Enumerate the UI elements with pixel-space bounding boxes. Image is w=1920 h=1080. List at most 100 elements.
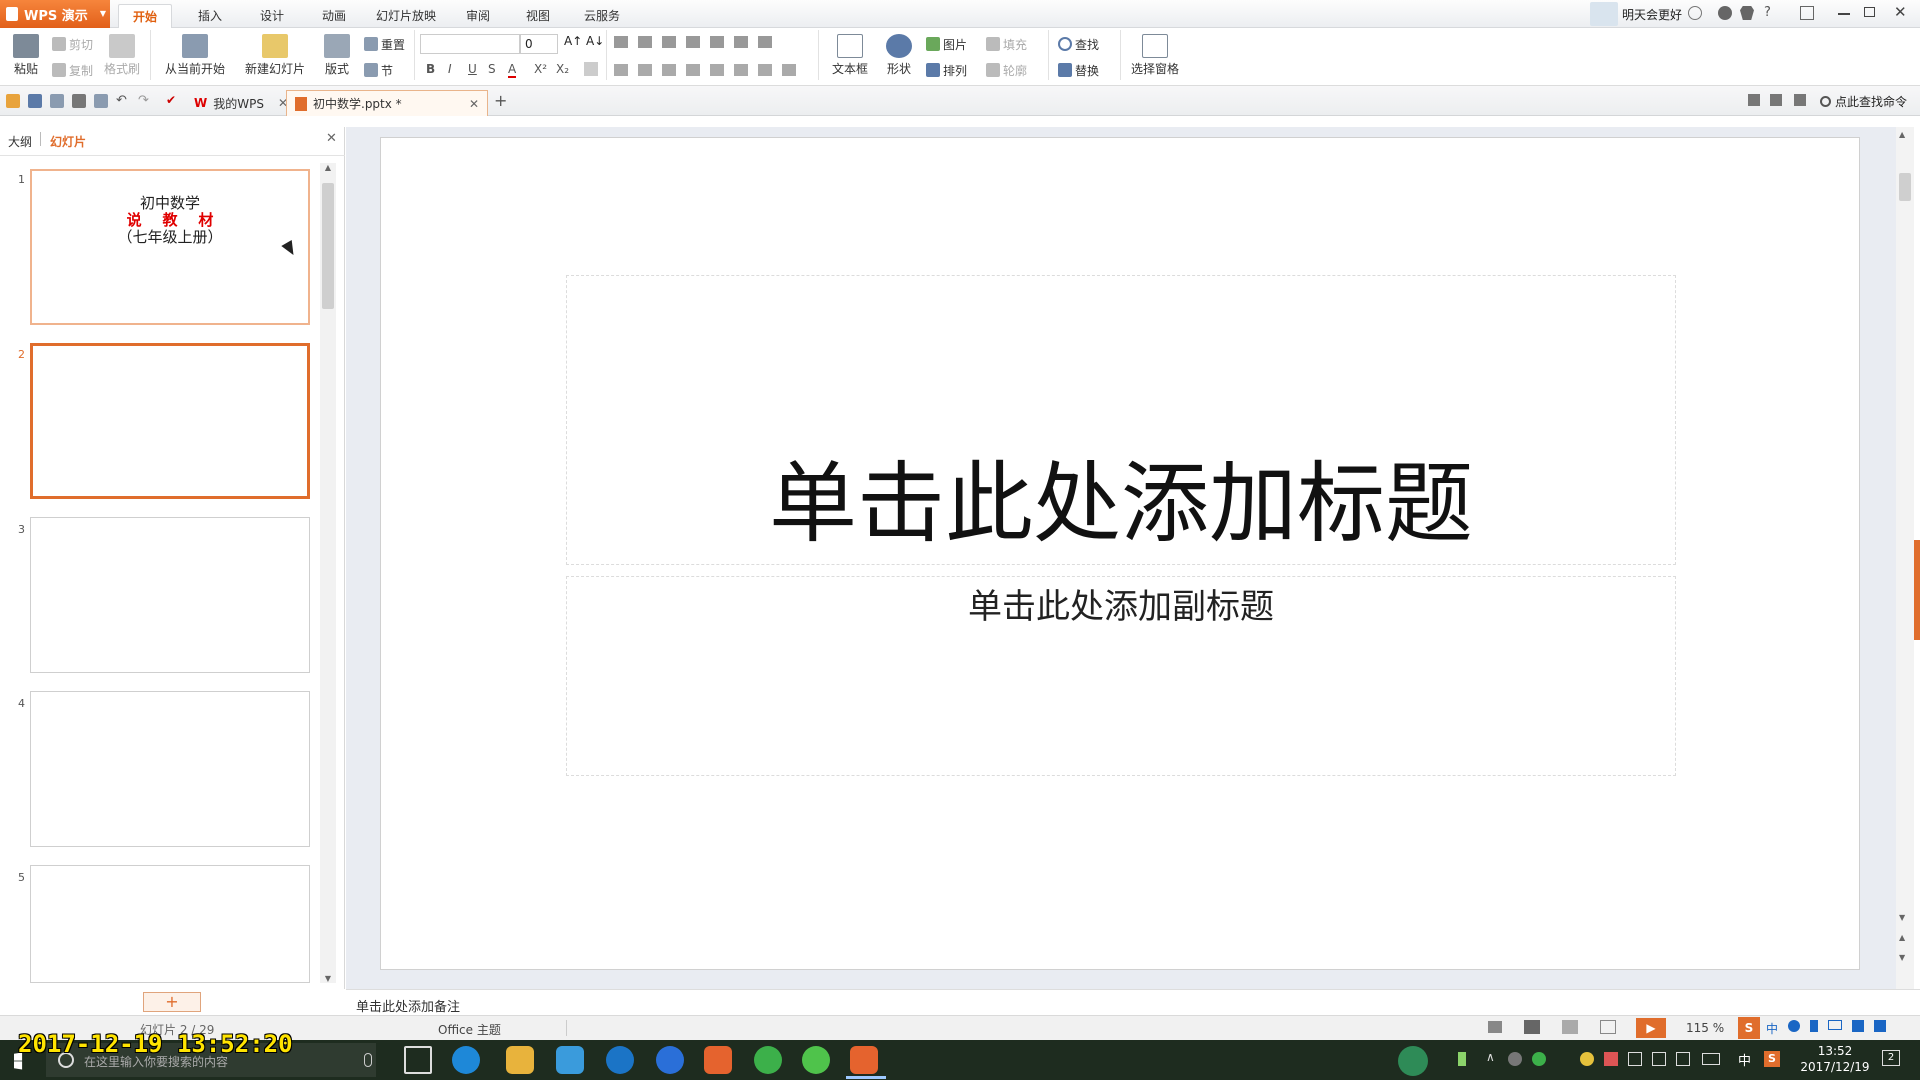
sorter-view-icon[interactable]: [1562, 1020, 1578, 1034]
ime-indicator[interactable]: 中: [1738, 1050, 1751, 1069]
tab-design[interactable]: 设计: [246, 4, 298, 28]
arrange-button[interactable]: 排列: [926, 60, 967, 80]
edge-icon[interactable]: [452, 1046, 480, 1074]
copy-button[interactable]: 复制: [52, 60, 93, 80]
skin-icon[interactable]: [1852, 1020, 1865, 1032]
network-icon[interactable]: [1652, 1052, 1666, 1066]
zoom-level[interactable]: 115 %: [1686, 1021, 1724, 1035]
tab-slideshow[interactable]: 幻灯片放映: [362, 4, 450, 28]
cut-button[interactable]: 剪切: [52, 34, 93, 54]
slide-canvas[interactable]: 单击此处添加标题 单击此处添加副标题: [380, 137, 1860, 970]
font-name-input[interactable]: [420, 34, 520, 54]
clock[interactable]: 13:52 2017/12/19: [1796, 1043, 1874, 1075]
paragraph-spacing-icon[interactable]: [758, 64, 772, 76]
file-explorer-icon[interactable]: [506, 1046, 534, 1074]
360-icon[interactable]: [754, 1046, 782, 1074]
textbox-button[interactable]: 文本框: [826, 28, 874, 77]
title-placeholder[interactable]: 单击此处添加标题: [566, 275, 1676, 565]
shape-button[interactable]: 形状: [880, 28, 918, 77]
paste-button[interactable]: 粘贴: [8, 28, 44, 77]
from-current-button[interactable]: 从当前开始: [158, 28, 232, 77]
username[interactable]: 明天会更好: [1622, 6, 1682, 23]
settings-icon[interactable]: [1794, 94, 1806, 106]
export-pdf-icon[interactable]: [50, 94, 64, 108]
distribute-icon[interactable]: [710, 64, 724, 76]
justify-icon[interactable]: [686, 64, 700, 76]
tab-review[interactable]: 审阅: [452, 4, 504, 28]
bullets-icon[interactable]: [614, 36, 628, 48]
skin-icon[interactable]: [1688, 6, 1702, 20]
scroll-down-icon[interactable]: ▼: [1899, 913, 1905, 922]
normal-view-icon[interactable]: [1524, 1020, 1540, 1034]
tab-home[interactable]: 开始: [118, 4, 173, 28]
font-size-input[interactable]: 0: [520, 34, 558, 54]
battery-icon[interactable]: [1458, 1052, 1466, 1066]
italic-button[interactable]: I: [448, 62, 452, 76]
pen-icon[interactable]: [1676, 1052, 1690, 1066]
wechat-icon[interactable]: [802, 1046, 830, 1074]
replace-button[interactable]: 替换: [1058, 60, 1099, 80]
next-slide-icon[interactable]: ▼: [1899, 953, 1905, 962]
settings-icon[interactable]: [1874, 1020, 1887, 1032]
slide-thumbnail-1[interactable]: 初中数学 说 教 材 （七年级上册）: [30, 169, 310, 325]
maximize-icon[interactable]: [1864, 7, 1875, 17]
tab-animation[interactable]: 动画: [308, 4, 360, 28]
ime-toolbar[interactable]: 中: [1766, 1020, 1887, 1037]
tray-app-icon[interactable]: [1580, 1052, 1594, 1066]
feedback-icon[interactable]: [1718, 6, 1732, 20]
save-icon[interactable]: [28, 94, 42, 108]
line-spacing-icon[interactable]: [734, 64, 748, 76]
picture-button[interactable]: 图片: [926, 34, 967, 54]
pin-icon[interactable]: ✔: [166, 93, 176, 107]
prev-slide-icon[interactable]: ▲: [1899, 933, 1905, 942]
wps-presentation-icon[interactable]: [850, 1046, 878, 1074]
minimize-icon[interactable]: [1838, 13, 1850, 15]
side-handle[interactable]: [1914, 540, 1920, 640]
open-icon[interactable]: [6, 94, 20, 108]
scroll-up-icon[interactable]: ▲: [1899, 130, 1905, 139]
wps-app-button[interactable]: WPS 演示 ▼: [0, 0, 110, 28]
sort-icon[interactable]: [758, 36, 772, 48]
scrollbar-thumb[interactable]: [1899, 173, 1911, 201]
avatar[interactable]: [1590, 2, 1618, 26]
notes-pane[interactable]: 单击此处添加备注: [346, 989, 1920, 1015]
notes-placeholder[interactable]: 单击此处添加备注: [356, 1000, 460, 1015]
align-left-icon[interactable]: [614, 64, 628, 76]
font-color-button[interactable]: A: [508, 62, 517, 78]
sogou-ime-icon[interactable]: S: [1738, 1017, 1760, 1039]
help-icon[interactable]: ?: [1764, 5, 1771, 20]
outdent-icon[interactable]: [662, 36, 676, 48]
shadow-button[interactable]: S: [488, 62, 496, 76]
speaker-icon[interactable]: [1628, 1052, 1642, 1066]
play-slideshow-button[interactable]: ▶: [1636, 1018, 1666, 1038]
tray-app-icon[interactable]: [1508, 1052, 1522, 1066]
slide-thumbnail-2[interactable]: [30, 343, 310, 499]
mic-icon[interactable]: [1810, 1020, 1819, 1032]
clear-format-icon[interactable]: [584, 62, 598, 76]
print-icon[interactable]: [72, 94, 86, 108]
tab-outline[interactable]: 大纲: [8, 133, 32, 150]
scrollbar-thumb[interactable]: [322, 183, 334, 309]
find-button[interactable]: 查找: [1058, 34, 1099, 54]
slide-thumbnail-5[interactable]: [30, 865, 310, 983]
mail-icon[interactable]: [556, 1046, 584, 1074]
selection-pane-button[interactable]: 选择窗格: [1126, 28, 1184, 77]
action-center-icon[interactable]: 2: [1882, 1050, 1900, 1066]
punctuation-icon[interactable]: [1788, 1020, 1801, 1032]
preview-icon[interactable]: [94, 94, 108, 108]
scroll-down-icon[interactable]: ▼: [320, 974, 336, 983]
bold-button[interactable]: B: [426, 62, 435, 76]
align-text-icon[interactable]: [782, 64, 796, 76]
outline-button[interactable]: 轮廓: [986, 60, 1027, 80]
editor-scrollbar[interactable]: ▲ ▼ ▲ ▼: [1896, 127, 1914, 989]
tab-insert[interactable]: 插入: [184, 4, 236, 28]
slide-thumbnail-3[interactable]: [30, 517, 310, 673]
slide-thumbnail-4[interactable]: [30, 691, 310, 847]
layout-button[interactable]: 版式: [318, 28, 356, 77]
close-icon[interactable]: ✕: [469, 97, 479, 111]
command-search[interactable]: 点此查找命令: [1820, 93, 1907, 110]
sogou-browser-icon[interactable]: [656, 1046, 684, 1074]
title-placeholder-text[interactable]: 单击此处添加标题: [567, 454, 1675, 554]
superscript-button[interactable]: X²: [534, 62, 547, 76]
subtitle-placeholder[interactable]: 单击此处添加副标题: [566, 576, 1676, 776]
